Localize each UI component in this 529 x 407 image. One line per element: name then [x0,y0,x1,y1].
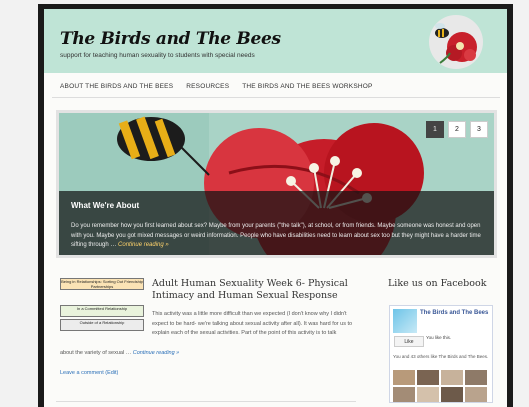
facebook-avatar[interactable] [441,387,463,402]
nav-resources[interactable]: RESOURCES [186,83,229,90]
facebook-avatar[interactable] [465,387,487,402]
post-excerpt-continued: about the variety of sexual … Continue r… [60,350,360,356]
slider-caption: What We're About Do you remember how you… [59,191,494,255]
bee-flower-logo-icon [429,15,483,69]
slider-continue-link[interactable]: Continue reading » [118,242,169,248]
facebook-avatar[interactable] [465,370,487,385]
facebook-avatar[interactable] [417,387,439,402]
leave-comment-link[interactable]: Leave a comment (Edit) [60,370,118,376]
post-excerpt-end: about the variety of sexual … [60,350,132,356]
facebook-you-like: You like this. [426,335,452,340]
thumb-card-3: Outside of a Relationship [60,319,144,331]
facebook-like-box: The Birds and The Bees Like You like thi… [389,305,493,403]
nav-workshop[interactable]: THE BIRDS AND THE BEES WORKSHOP [242,83,372,90]
slider-page-2[interactable]: 2 [448,121,466,138]
site-title[interactable]: The Birds and The Bees [60,29,281,49]
thumb-card-2: In a Committed Relationship [60,305,144,317]
facebook-like-button[interactable]: Like [394,336,424,347]
thumb-card-1: Being in Relationships: Sorting Out Frie… [60,278,144,290]
main-navigation: ABOUT THE BIRDS AND THE BEES RESOURCES T… [52,76,500,98]
facebook-avatar[interactable] [417,370,439,385]
slider-caption-title[interactable]: What We're About [71,201,139,210]
post-continue-link[interactable]: Continue reading » [133,350,179,356]
slider-page-1[interactable]: 1 [426,121,444,138]
post-divider [56,401,356,402]
site-tagline: support for teaching human sexuality to … [60,52,255,59]
nav-about[interactable]: ABOUT THE BIRDS AND THE BEES [60,83,173,90]
facebook-avatar[interactable] [393,370,415,385]
facebook-page-icon[interactable] [393,309,417,333]
facebook-others-text: You and 43 others like The Birds and The… [393,354,489,359]
post-excerpt: This activity was a little more difficul… [152,311,353,336]
featured-slider: 1 2 3 What We're About Do you remember h… [56,110,497,258]
slider-page-3[interactable]: 3 [470,121,488,138]
facebook-avatar[interactable] [393,387,415,402]
site-header: The Birds and The Bees support for teach… [44,9,507,73]
facebook-avatar[interactable] [441,370,463,385]
post-title[interactable]: Adult Human Sexuality Week 6- Physical I… [152,278,357,302]
slider-pagination: 1 2 3 [426,121,488,138]
facebook-widget-heading: Like us on Facebook [388,278,487,289]
facebook-page-name[interactable]: The Birds and The Bees [420,310,488,317]
web-page: The Birds and The Bees support for teach… [44,9,507,407]
slider-caption-text: Do you remember how you first learned ab… [71,222,491,251]
facebook-faces [393,370,487,402]
